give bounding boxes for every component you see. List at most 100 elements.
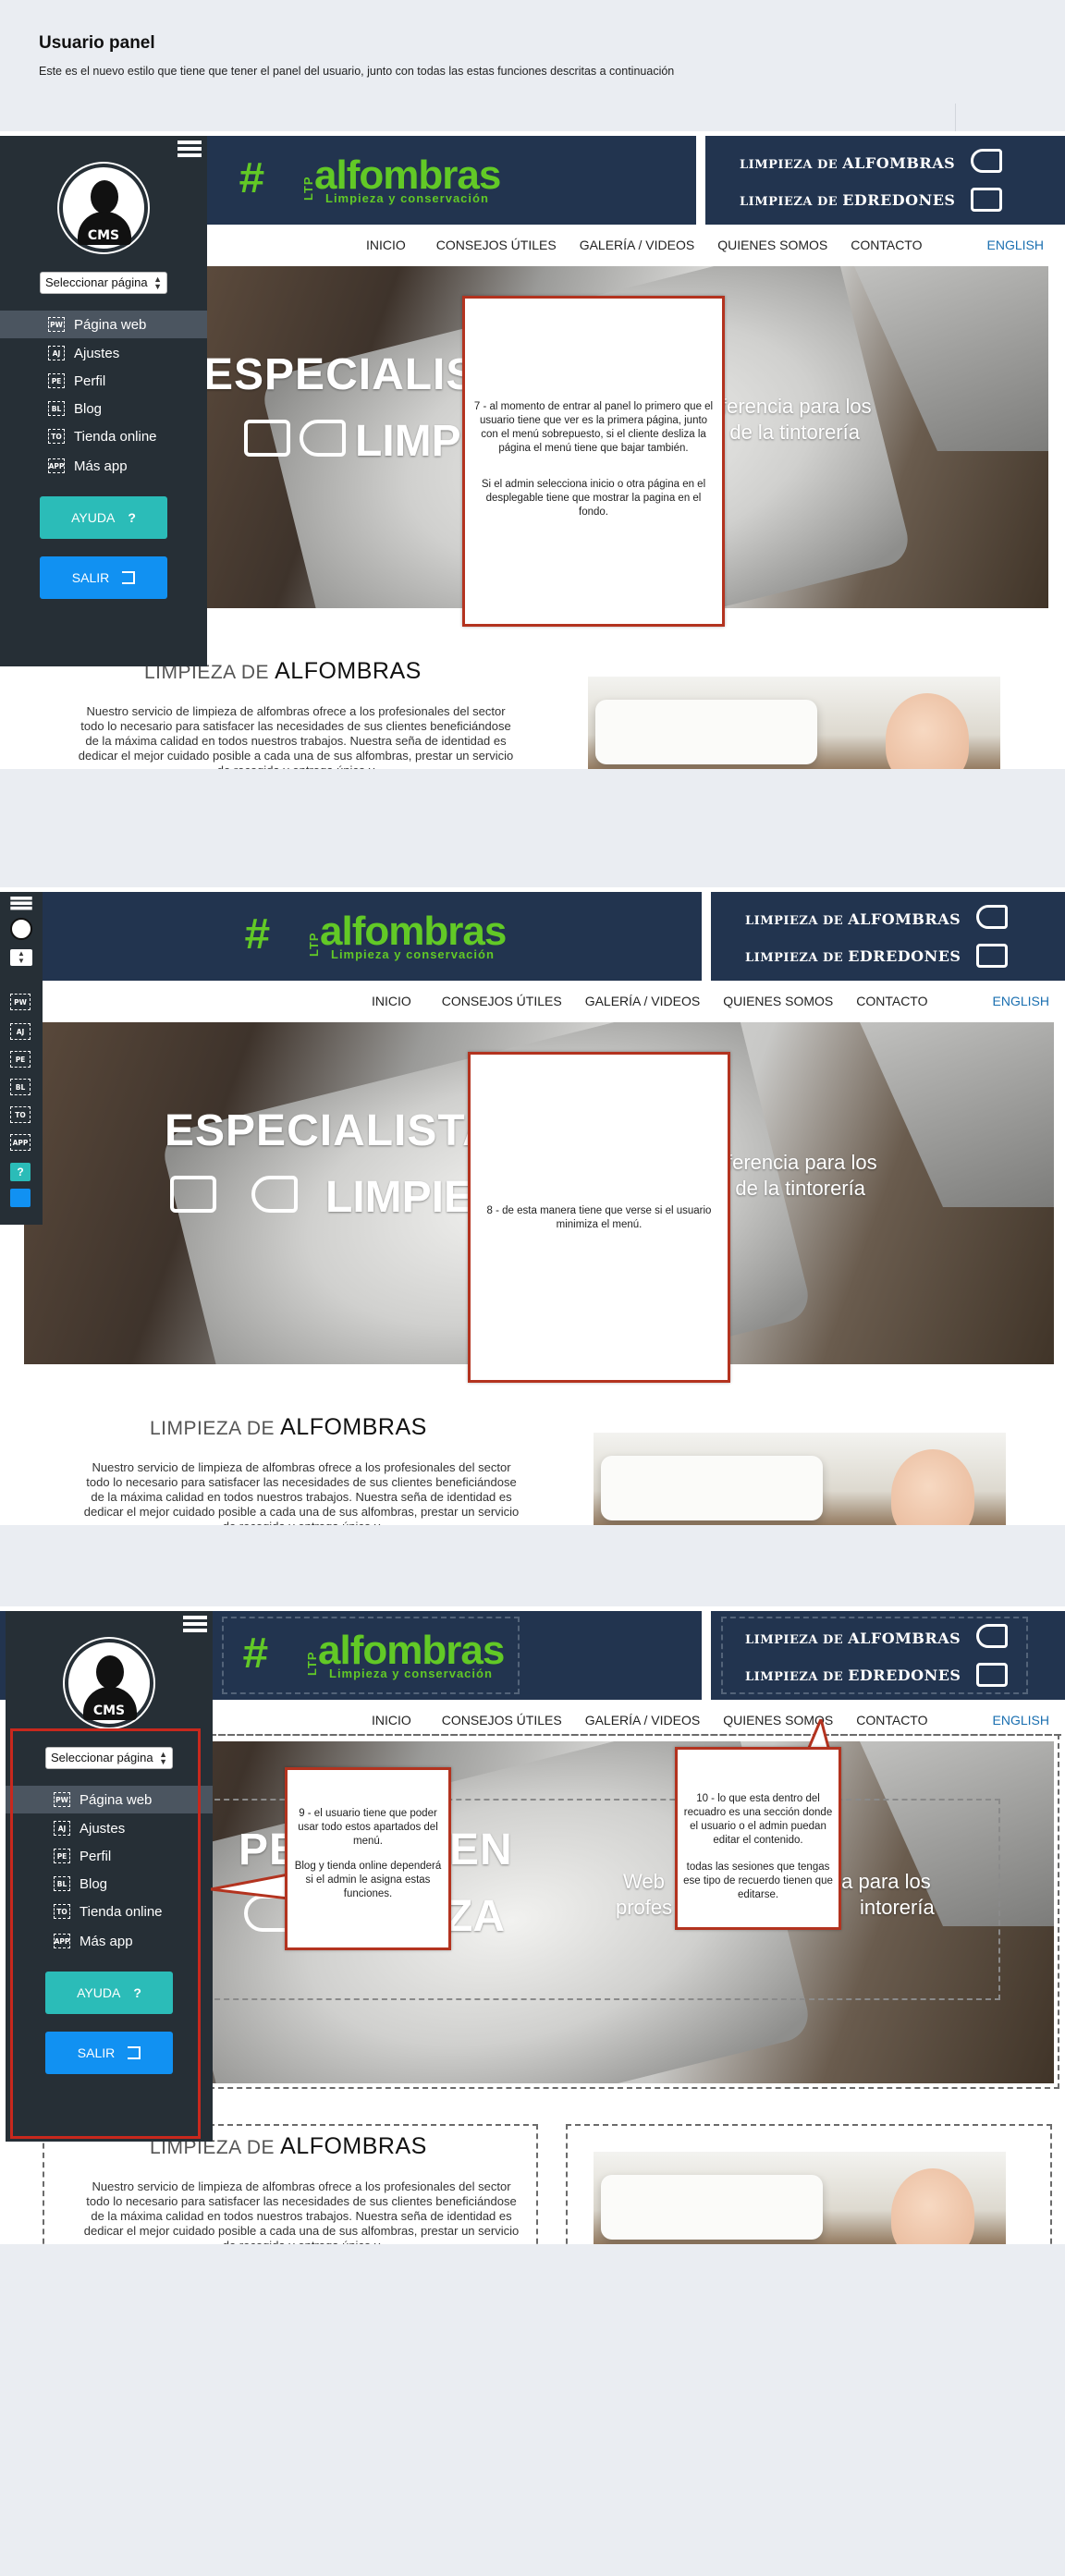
mockup-minimized-menu: # LTP alfombras Limpieza y conservación …	[0, 887, 1065, 1525]
annotation-8: 8 - de esta manera tiene que verse si el…	[468, 1052, 730, 1383]
aj-icon: AJ	[48, 346, 65, 360]
menu-item-pagina-web[interactable]: PW Página web	[0, 311, 207, 338]
app-icon: APP	[48, 458, 65, 473]
editable-text-region[interactable]	[43, 2124, 538, 2244]
nav-quienes[interactable]: QUIENES SOMOS	[723, 994, 833, 1008]
annotation-7: 7 - al momento de entrar al panel lo pri…	[462, 296, 725, 627]
logo-hash-icon: #	[244, 912, 271, 962]
duvet-icon	[976, 944, 1008, 968]
hamburger-icon[interactable]	[10, 897, 32, 913]
editable-services-region[interactable]	[721, 1617, 1028, 1694]
avatar-label: CMS	[87, 228, 120, 243]
section-body: Nuestro servicio de limpieza de alfombra…	[78, 704, 514, 769]
logo-tagline: Limpieza y conservación	[325, 191, 489, 205]
avatar-label: CMS	[92, 1703, 126, 1718]
nav-consejos[interactable]: CONSEJOS ÚTILES	[436, 238, 557, 252]
help-button[interactable]: AYUDA?	[40, 496, 167, 539]
help-mini-button[interactable]: ?	[10, 1163, 31, 1181]
nav-galeria[interactable]: GALERÍA / VIDEOS	[580, 238, 695, 252]
pw-icon: PW	[48, 317, 65, 332]
nav-galeria[interactable]: GALERÍA / VIDEOS	[585, 994, 701, 1008]
question-icon: ?	[128, 510, 136, 525]
select-mini-icon[interactable]: ▲ ▼	[10, 949, 32, 966]
to-icon: TO	[48, 429, 65, 444]
menu-item-blog[interactable]: BL Blog	[0, 395, 207, 422]
pw-icon[interactable]: PW	[10, 994, 31, 1010]
service-edredones[interactable]: LIMPIEZA DE EDREDONES	[745, 947, 961, 965]
hero-text-2: es de la tintorería	[703, 421, 860, 444]
nav-english[interactable]: ENGLISH	[993, 994, 1049, 1008]
page-subtitle: Este es el nuevo estilo que tiene que te…	[39, 65, 675, 78]
menu-item-tienda[interactable]: TO Tienda online	[0, 422, 207, 450]
nav-contacto[interactable]: CONTACTO	[856, 994, 927, 1008]
nav-galeria[interactable]: GALERÍA / VIDEOS	[585, 1713, 701, 1728]
nav-inicio[interactable]: INICIO	[366, 238, 406, 252]
user-panel-minimized: ▲ ▼ PW AJ PE BL TO APP ?	[0, 892, 43, 1225]
carpet-roll-icon	[976, 905, 1008, 929]
pe-icon[interactable]: PE	[10, 1051, 31, 1068]
carpet-roll-icon	[971, 149, 1002, 173]
logo-ltp: LTP	[307, 932, 321, 957]
section-body: Nuestro servicio de limpieza de alfombra…	[83, 1460, 520, 1525]
service-alfombras[interactable]: LIMPIEZA DE ALFOMBRAS	[740, 154, 955, 172]
hero-text-2: es de la tintorería	[708, 1177, 865, 1200]
bl-icon[interactable]: BL	[10, 1079, 31, 1095]
menu-highlight-box	[10, 1728, 201, 2139]
section-heading: LIMPIEZA DE ALFOMBRAS	[150, 1414, 427, 1440]
duvet-icon	[971, 188, 1002, 212]
exit-button[interactable]: SALIR	[40, 556, 167, 599]
bl-icon: BL	[48, 401, 65, 416]
to-icon[interactable]: TO	[10, 1106, 31, 1123]
mockup-editable-sections: # LTP alfombras Limpieza y conservación …	[0, 1606, 1065, 2244]
editable-logo-region[interactable]	[222, 1617, 520, 1694]
nav-quienes[interactable]: QUIENES SOMOS	[717, 238, 827, 252]
user-panel: CMS Seleccionar página ▲ ▼ PW Página web AJ…	[6, 1611, 213, 2142]
menu-item-perfil[interactable]: PE Perfil	[0, 367, 207, 395]
callout-pointer-9	[211, 1873, 288, 1900]
nav-contacto[interactable]: CONTACTO	[851, 238, 922, 252]
service-alfombras[interactable]: LIMPIEZA DE ALFOMBRAS	[745, 910, 961, 928]
exit-mini-button[interactable]	[10, 1189, 31, 1207]
annotation-9: 9 - el usuario tiene que poder usar todo…	[285, 1767, 451, 1950]
hero-text-1: ferencia para los	[721, 395, 872, 418]
logo-hash-icon: #	[239, 156, 265, 206]
site-banner: # LTP alfombras Limpieza y conservación …	[0, 892, 1065, 981]
user-panel: CMS Seleccionar página ▲ ▼ PW Página web AJ…	[0, 136, 207, 666]
menu-item-mas-app[interactable]: APP Más app	[0, 452, 207, 480]
baby-photo	[594, 1433, 1006, 1525]
logo-ltp: LTP	[301, 176, 315, 201]
page-title: Usuario panel	[39, 33, 155, 53]
main-nav: INICIO CONSEJOS ÚTILES GALERÍA / VIDEOS …	[372, 981, 1049, 1021]
main-nav: INICIO CONSEJOS ÚTILES GALERÍA / VIDEOS …	[366, 225, 1044, 265]
hero-carpet-icon	[251, 1176, 298, 1213]
avatar[interactable]: CMS	[59, 164, 148, 252]
hero-text-1: ferencia para los	[727, 1151, 877, 1174]
nav-inicio[interactable]: INICIO	[372, 1713, 411, 1728]
nav-english[interactable]: ENGLISH	[993, 1713, 1049, 1728]
nav-inicio[interactable]: INICIO	[372, 994, 411, 1008]
mockup-expanded-menu: # LTP alfombras Limpieza y conservación …	[0, 131, 1065, 769]
hero-duvet-icon	[244, 420, 290, 457]
menu-item-ajustes[interactable]: AJ Ajustes	[0, 339, 207, 367]
hero-carpet-icon	[300, 420, 346, 457]
pe-icon: PE	[48, 373, 65, 388]
logo-tagline: Limpieza y conservación	[331, 947, 495, 961]
exit-icon	[122, 571, 136, 584]
service-edredones[interactable]: LIMPIEZA DE EDREDONES	[740, 191, 955, 209]
nav-consejos[interactable]: CONSEJOS ÚTILES	[442, 994, 562, 1008]
page-select[interactable]: Seleccionar página ▲ ▼	[40, 272, 167, 294]
hamburger-icon[interactable]	[183, 1616, 207, 1634]
aj-icon[interactable]: AJ	[10, 1023, 31, 1040]
hamburger-icon[interactable]	[178, 140, 202, 159]
editable-photo-region[interactable]	[566, 2124, 1052, 2244]
hero-duvet-icon	[170, 1176, 216, 1213]
editable-nav-region[interactable]	[211, 1734, 1061, 1736]
nav-consejos[interactable]: CONSEJOS ÚTILES	[442, 1713, 562, 1728]
nav-contacto[interactable]: CONTACTO	[856, 1713, 927, 1728]
avatar-mini-icon[interactable]	[10, 918, 32, 940]
avatar[interactable]: CMS	[65, 1639, 153, 1728]
annotation-10: 10 - lo que esta dentro del recuadro es …	[675, 1747, 841, 1930]
app-icon[interactable]: APP	[10, 1134, 31, 1151]
nav-english[interactable]: ENGLISH	[987, 238, 1044, 252]
select-arrow-icon: ▲ ▼	[153, 275, 162, 291]
